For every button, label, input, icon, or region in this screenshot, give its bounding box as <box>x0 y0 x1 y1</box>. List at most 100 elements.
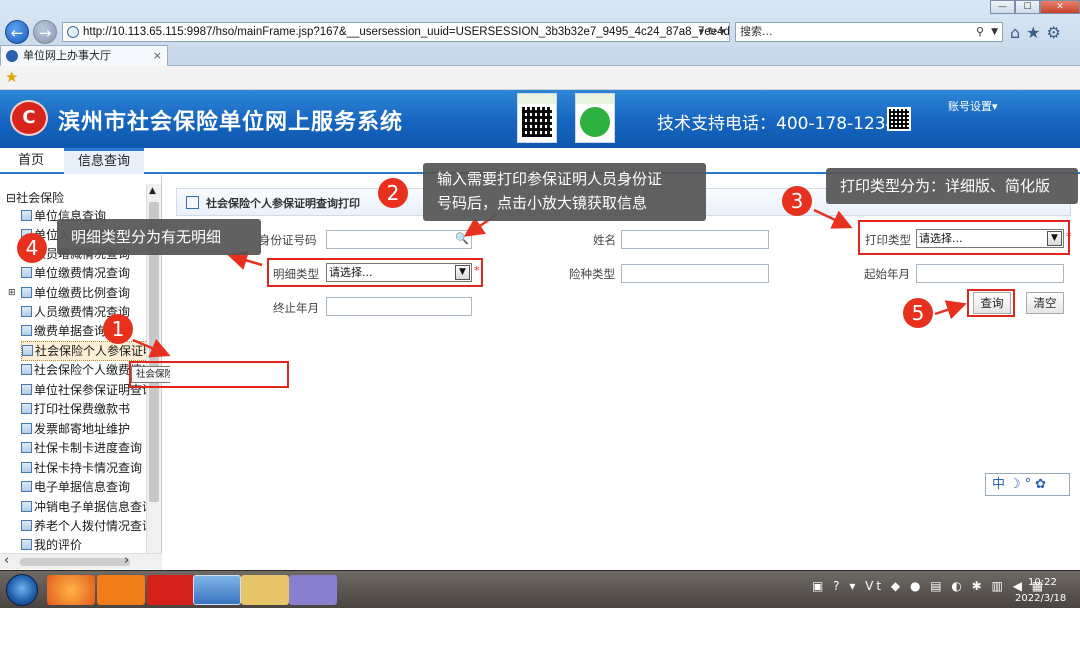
scroll-right-icon[interactable]: › <box>124 553 129 568</box>
callout-step2-line2: 号码后，点击小放大镜获取信息 <box>437 194 648 212</box>
site-title: 滨州市社会保险单位网上服务系统 <box>58 110 404 135</box>
browser-tab[interactable]: 单位网上办事大厅 × <box>0 45 168 66</box>
ime-toolbar[interactable]: 中☽°✿ <box>985 473 1070 496</box>
sidebar-item-card-progress[interactable]: 社保卡制卡进度查询 <box>21 439 142 459</box>
sidebar-item-reversal-slip[interactable]: 冲销电子单据信息查询 <box>21 498 154 518</box>
step-badge-4: 4 <box>17 233 47 263</box>
refresh-icon[interactable]: ▾ ↻ ▾ <box>699 23 725 41</box>
taskbar: ▣ ? ▾ Vt ◆ ● ▤ ◐ ✱ ▥ ◀ ▦ 10:22 2022/3/18 <box>0 570 1080 608</box>
document-icon <box>21 501 32 512</box>
start-button[interactable] <box>6 574 38 606</box>
step-badge-1: 1 <box>103 314 133 344</box>
insurance-type-label: 险种类型 <box>569 267 615 281</box>
sidebar-item-e-slip[interactable]: 电子单据信息查询 <box>21 478 130 498</box>
folder-icon[interactable] <box>241 575 289 605</box>
window-controls: — ☐ ✕ <box>990 0 1080 14</box>
sidebar-item-unit-payment[interactable]: 单位缴费情况查询 <box>21 264 130 284</box>
end-month-label: 终止年月 <box>273 301 319 315</box>
browser-tab-strip: 单位网上办事大厅 × <box>0 45 1080 66</box>
search-placeholder: 搜索... <box>740 25 773 38</box>
document-icon <box>21 481 32 492</box>
favorites-bar: ★ <box>0 66 1080 90</box>
browser-search-input[interactable]: 搜索... ⚲ ▼ <box>735 22 1003 42</box>
close-window-button[interactable]: ✕ <box>1040 0 1080 14</box>
magnifier-search-icon[interactable]: 🔍 <box>454 232 470 247</box>
highlight-box-query <box>967 289 1015 317</box>
id-number-input[interactable]: 🔍 <box>326 230 472 249</box>
printer-icon <box>22 345 33 356</box>
close-tab-icon[interactable]: × <box>153 46 162 65</box>
chevron-down-icon[interactable]: ▼ <box>991 23 998 41</box>
callout-step4: 明细类型分为有无明细 <box>57 219 261 255</box>
insurance-type-input[interactable] <box>621 264 769 283</box>
favorites-star-icon[interactable]: ★ <box>5 68 18 86</box>
step-badge-2: 2 <box>378 178 408 208</box>
highlight-box-tooltip <box>129 361 289 388</box>
tab-home[interactable]: 首页 <box>0 148 62 174</box>
step-badge-3: 3 <box>782 186 812 216</box>
tab-info-query[interactable]: 信息查询 <box>64 148 144 174</box>
document-icon <box>21 520 32 531</box>
sidebar-item-label: 缴费单据查询 <box>34 324 107 338</box>
site-logo: C <box>10 100 48 136</box>
sidebar-item-label: 单位缴费比例查询 <box>34 286 131 300</box>
sidebar-item-card-holding[interactable]: 社保卡持卡情况查询 <box>21 459 142 479</box>
id-number-label: 身份证号码 <box>259 233 317 247</box>
sidebar-item-label: 打印社保费缴款书 <box>34 402 131 416</box>
minimize-button[interactable]: — <box>990 0 1015 14</box>
blank-area <box>0 608 1080 648</box>
system-tray[interactable]: ▣ ? ▾ Vt ◆ ● ▤ ◐ ✱ ▥ ◀ ▦ <box>812 579 1046 593</box>
document-icon <box>21 267 32 278</box>
clear-button[interactable]: 清空 <box>1026 292 1064 314</box>
sidebar-item-label: 冲销电子单据信息查询 <box>34 500 155 514</box>
wps-icon[interactable] <box>147 575 195 605</box>
sidebar-item-pension-payout[interactable]: 养老个人拨付情况查询 <box>21 517 154 537</box>
search-icon[interactable]: ⚲ <box>976 23 984 41</box>
sidebar-item-label: 我的评价 <box>34 538 83 552</box>
sidebar-item-label: 单位缴费情况查询 <box>34 266 131 280</box>
maximize-button[interactable]: ☐ <box>1015 0 1040 14</box>
account-settings-menu[interactable]: 账号设置▾ <box>948 98 998 114</box>
start-month-input[interactable] <box>916 264 1064 283</box>
scrollbar-thumb[interactable] <box>20 558 130 566</box>
scroll-up-icon[interactable]: ▲ <box>149 186 156 196</box>
clock-time: 10:22 <box>1028 577 1057 588</box>
address-bar[interactable]: http://10.113.65.115:9987/hso/mainFrame.… <box>62 22 730 42</box>
expand-plus-icon[interactable]: ⊞ <box>8 288 16 298</box>
site-favicon-icon <box>6 50 18 62</box>
document-icon <box>21 306 32 317</box>
callout-step2: 输入需要打印参保证明人员身份证 号码后，点击小放大镜获取信息 <box>423 163 706 221</box>
forward-button[interactable]: → <box>33 20 57 44</box>
sidebar-item-invoice-address[interactable]: 发票邮寄地址维护 <box>21 420 130 440</box>
sidebar-item-payment-slip[interactable]: 缴费单据查询 <box>21 322 106 342</box>
document-icon <box>21 462 32 473</box>
end-month-input[interactable] <box>326 297 472 316</box>
name-input[interactable] <box>621 230 769 249</box>
sidebar-item-payment-book[interactable]: 打印社保费缴款书 <box>21 400 130 420</box>
start-month-label: 起始年月 <box>864 267 910 281</box>
sidebar-item-label: 电子单据信息查询 <box>34 480 131 494</box>
url-text: http://10.113.65.115:9987/hso/mainFrame.… <box>83 26 730 38</box>
sidebar-item-payment-ratio[interactable]: 单位缴费比例查询 <box>21 284 130 304</box>
tree-root-social-insurance[interactable]: ⊟社会保险 <box>6 189 64 206</box>
highlight-box-print-type <box>858 220 1070 255</box>
app-purple-icon[interactable] <box>289 575 337 605</box>
browser-tab-title: 单位网上办事大厅 <box>23 49 111 62</box>
firefox-icon[interactable] <box>47 575 95 605</box>
document-icon <box>21 539 32 550</box>
site-header: C 滨州市社会保险单位网上服务系统 技术支持电话：400-178-1234 账号… <box>0 90 1080 148</box>
sidebar-horizontal-scrollbar[interactable]: ‹ › <box>0 553 162 569</box>
ie-browser-icon[interactable] <box>193 575 241 605</box>
home-favorites-tools-icons[interactable]: ⌂★⚙ <box>1010 23 1067 42</box>
app-orange-icon[interactable] <box>97 575 145 605</box>
panel-title: 社会保险个人参保证明查询打印 <box>206 197 360 210</box>
scroll-left-icon[interactable]: ‹ <box>4 553 9 568</box>
highlight-box-detail-type <box>267 258 483 287</box>
callout-step3: 打印类型分为：详细版、简化版 <box>826 168 1078 204</box>
sidebar-item-personal-cert-print[interactable]: 社会保险个人参保证明查询打印 <box>21 341 161 361</box>
document-icon <box>21 325 32 336</box>
back-button[interactable]: ← <box>5 20 29 44</box>
printer-icon <box>21 364 32 375</box>
sidebar-item-label: 发票邮寄地址维护 <box>34 422 131 436</box>
sidebar-item-label: 社保卡持卡情况查询 <box>34 461 143 475</box>
